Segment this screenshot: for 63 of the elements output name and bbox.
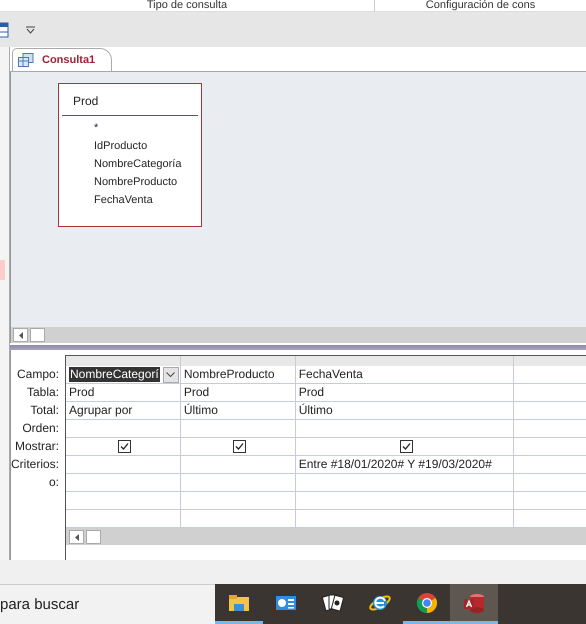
field-name[interactable]: * (94, 122, 98, 134)
left-arrow-icon (18, 332, 22, 338)
grid-cell[interactable] (66, 420, 181, 438)
grid-cell[interactable]: NombreProducto (180, 366, 296, 384)
chrome-icon (415, 590, 439, 614)
grid-cell[interactable] (180, 420, 296, 438)
scrollbar-thumb[interactable] (30, 328, 45, 342)
field-name[interactable]: FechaVenta (94, 194, 153, 206)
dropdown-button[interactable] (162, 366, 179, 382)
document-tab[interactable]: Consulta1 (12, 48, 112, 71)
field-name[interactable]: NombreProducto (94, 176, 178, 188)
grid-cell[interactable] (296, 474, 514, 492)
column-selector[interactable] (296, 356, 514, 366)
grid-cell[interactable] (66, 438, 181, 456)
table-name-cell[interactable]: Prod (66, 384, 181, 402)
row-label: Tabla: (26, 385, 60, 399)
field-cell[interactable]: NombreCategorí (69, 367, 160, 382)
grid-cell[interactable] (296, 420, 514, 438)
row-label: Total: (30, 403, 60, 417)
grid-cell[interactable] (296, 492, 514, 510)
chevron-down-icon (166, 372, 176, 377)
table-name-cell[interactable]: Prod (296, 384, 514, 402)
ribbon-group-label: Configuración de cons (424, 0, 536, 11)
field-name[interactable]: NombreCategoría (94, 158, 182, 170)
pane-splitter[interactable] (10, 343, 586, 350)
grid-cell[interactable] (180, 438, 296, 456)
field-cell[interactable]: FechaVenta (298, 366, 363, 383)
scrollbar-thumb[interactable] (86, 530, 102, 544)
show-checkbox[interactable] (400, 440, 413, 453)
table-title: Prod (62, 84, 198, 116)
show-checkbox[interactable] (118, 440, 131, 453)
table-field-list[interactable]: Prod * IdProducto NombreCategoría NombreProducto FechaVenta (58, 83, 202, 227)
scroll-left-button[interactable] (69, 530, 84, 544)
row-label: Campo: (16, 367, 60, 381)
grid-cell[interactable]: FechaVenta (296, 366, 514, 384)
ribbon-group-label: Tipo de consulta (0, 0, 375, 11)
row-label: Orden: (22, 421, 60, 435)
total-cell[interactable]: Último (180, 402, 296, 420)
grid-cell[interactable] (180, 456, 296, 474)
table-icon[interactable] (0, 22, 9, 38)
total-cell[interactable]: Agrupar por (66, 402, 181, 420)
customize-caret-icon[interactable] (26, 26, 35, 34)
row-label: o: (49, 475, 60, 489)
left-arrow-icon (74, 534, 79, 540)
table-name-cell[interactable]: Prod (180, 384, 296, 402)
grid-cell[interactable] (66, 492, 181, 510)
query-icon (18, 53, 34, 67)
total-cell[interactable]: Último (296, 402, 514, 420)
grid-cell[interactable] (180, 492, 296, 510)
grid-cell[interactable] (66, 456, 181, 474)
criteria-cell[interactable]: Entre #18/01/2020# Y #19/03/2020# (296, 456, 514, 474)
nav-pane-marker (0, 260, 5, 280)
scroll-left-button[interactable] (13, 328, 28, 342)
search-placeholder[interactable]: para buscar (0, 596, 80, 613)
grid-cell[interactable]: NombreCategorí (66, 366, 181, 384)
grid-cell[interactable] (66, 474, 181, 492)
field-name[interactable]: IdProducto (94, 140, 148, 152)
row-label: Mostrar: (15, 439, 60, 453)
field-cell[interactable]: NombreProducto (184, 366, 275, 383)
grid-cell[interactable] (180, 474, 296, 492)
row-label: Criterios: (11, 457, 60, 471)
grid-cell[interactable] (296, 438, 514, 456)
show-checkbox[interactable] (232, 440, 246, 453)
